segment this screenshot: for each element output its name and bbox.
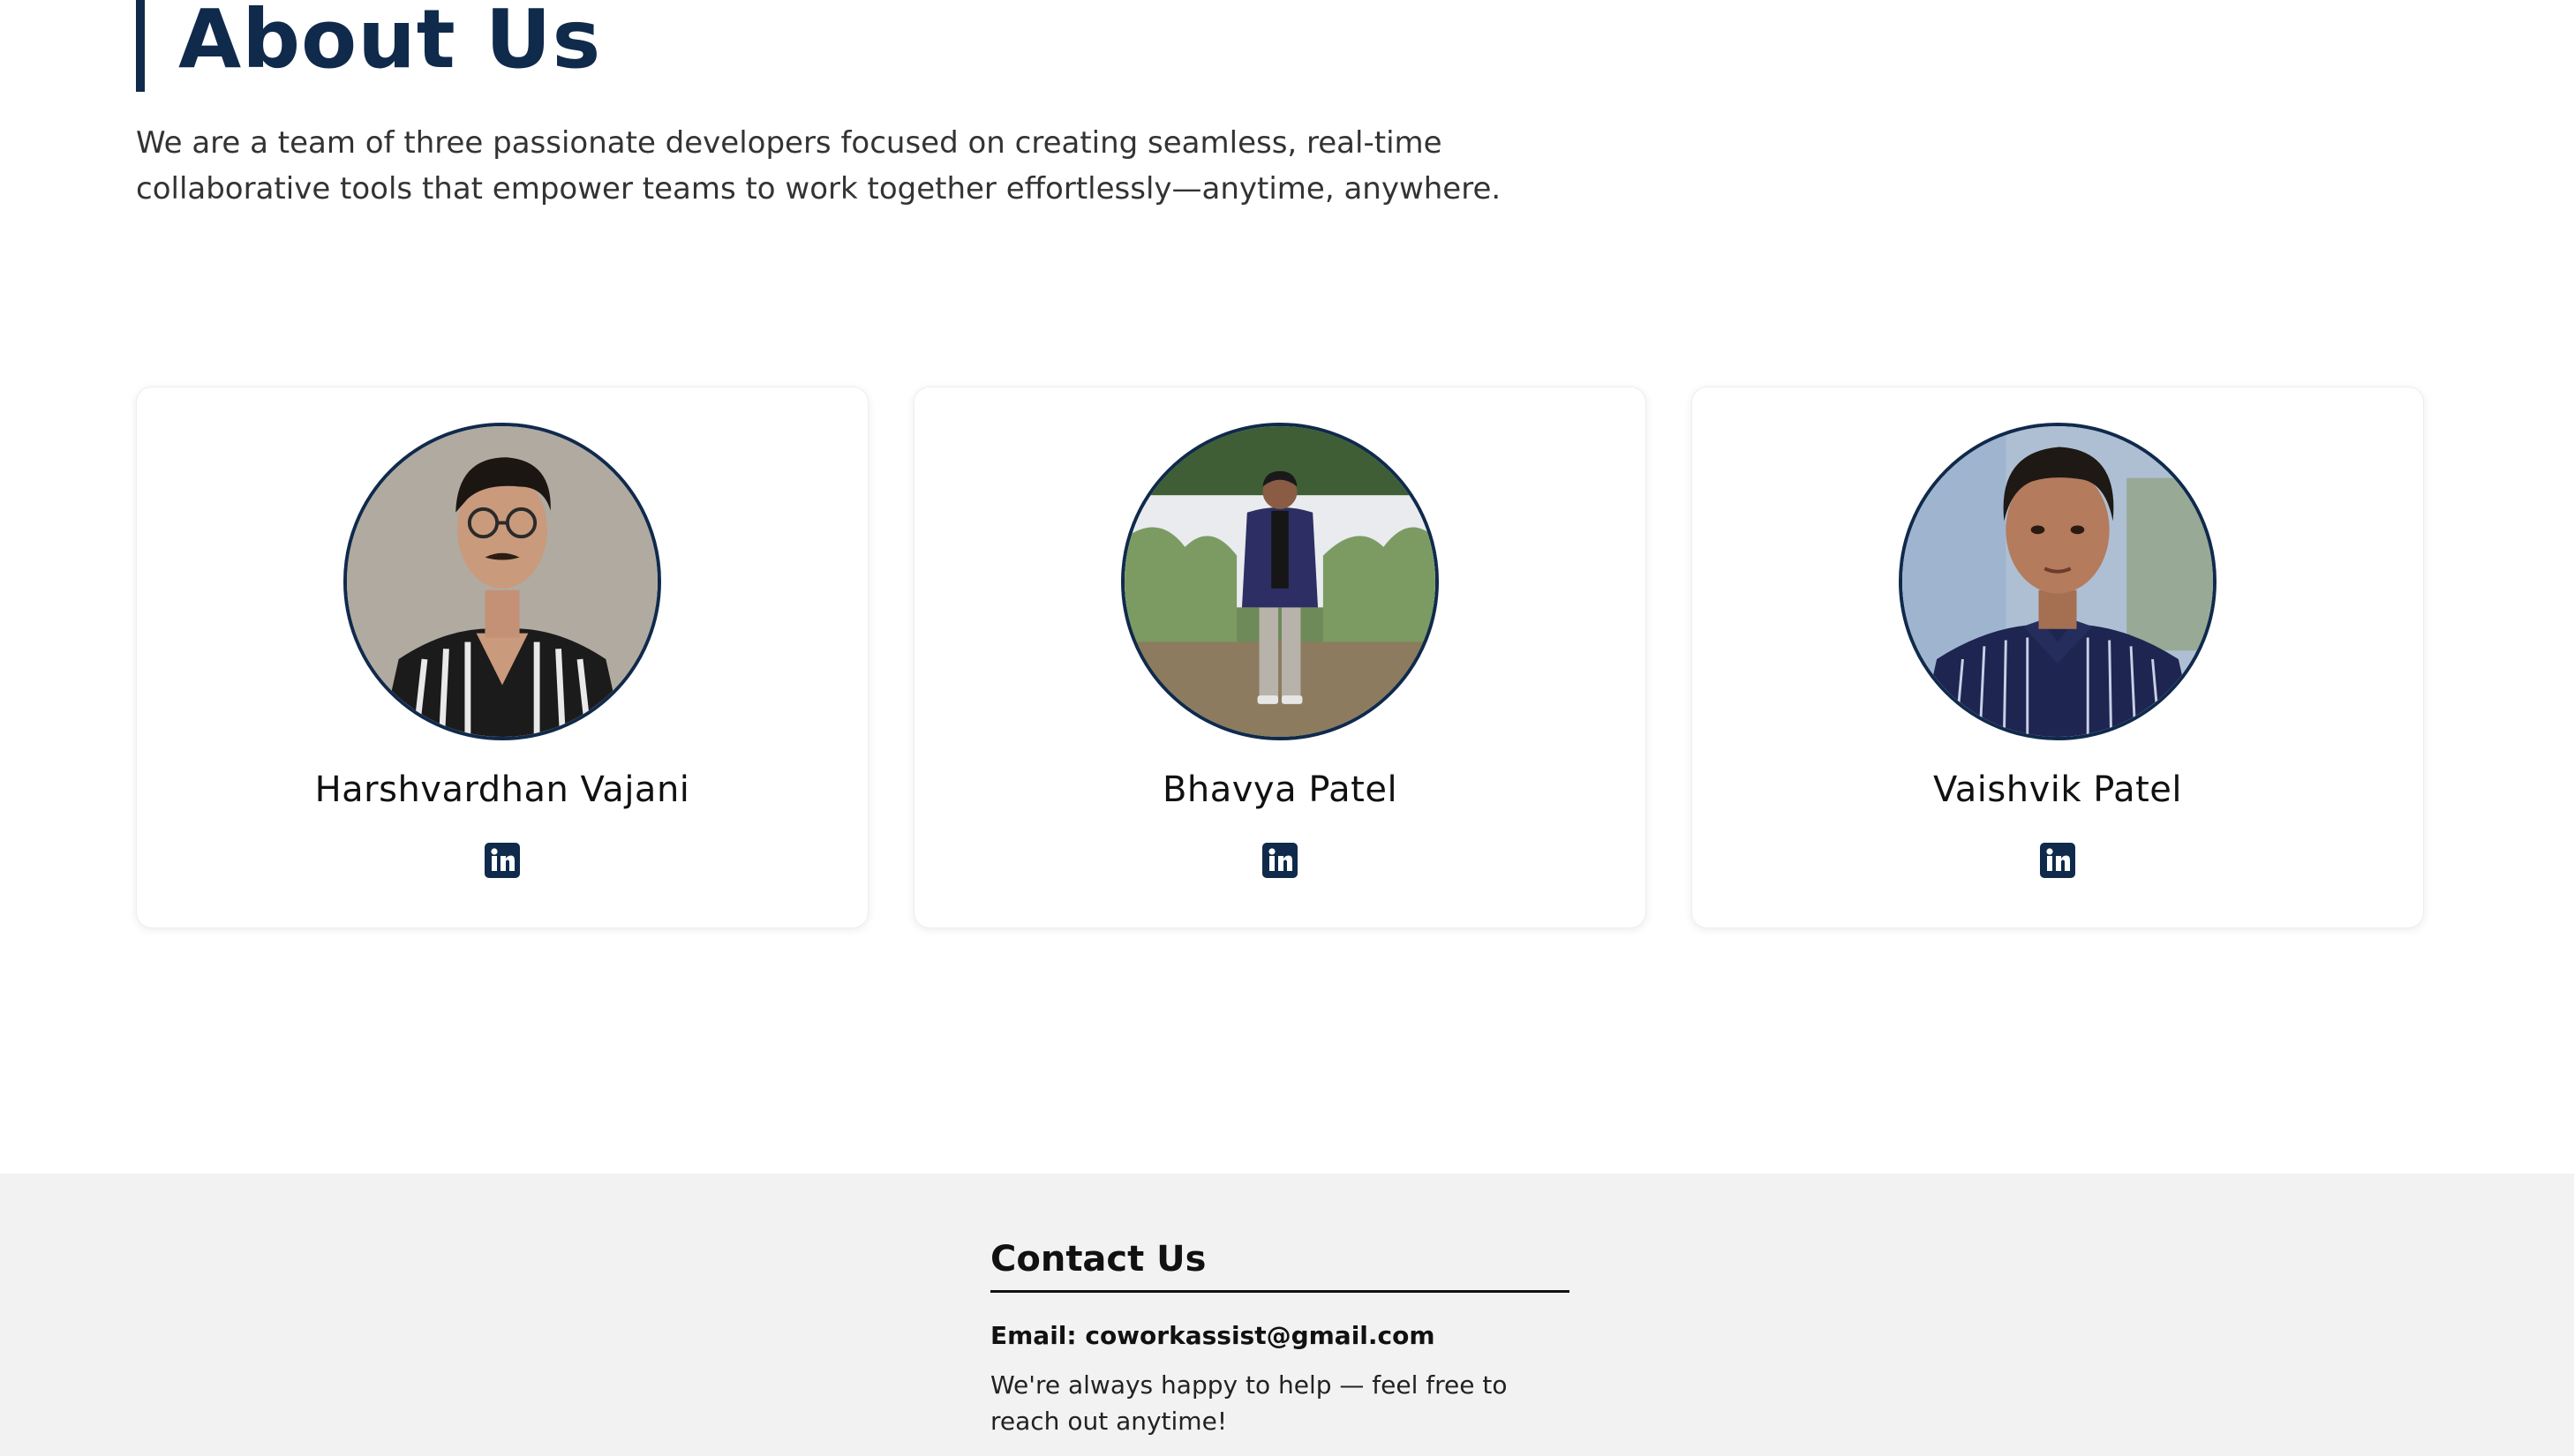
profile-photo: [347, 426, 658, 737]
team-cards: Harshvardhan Vajani Bhavya Patel Vaishvi…: [136, 387, 2424, 930]
contact-section: Contact Us Email: coworkassist@gmail.com…: [990, 1235, 1569, 1439]
page-title: About Us: [136, 0, 601, 92]
contact-note: We're always happy to help — feel free t…: [990, 1370, 1508, 1436]
profile-photo: [1125, 426, 1435, 737]
contact-email: Email: coworkassist@gmail.com: [990, 1319, 1569, 1353]
footer: Contact Us Email: coworkassist@gmail.com…: [0, 1174, 2574, 1456]
linkedin-icon[interactable]: [485, 843, 520, 878]
linkedin-icon[interactable]: [1262, 843, 1298, 878]
about-description: We are a team of three passionate develo…: [136, 125, 1502, 206]
team-card-harshvardhan: Harshvardhan Vajani: [136, 387, 869, 928]
avatar: [1899, 423, 2216, 740]
email-label: Email:: [990, 1321, 1086, 1350]
team-card-bhavya: Bhavya Patel: [914, 387, 1646, 928]
avatar: [343, 423, 661, 740]
contact-title: Contact Us: [990, 1235, 1569, 1293]
member-name: Bhavya Patel: [1162, 769, 1398, 810]
avatar: [1121, 423, 1439, 740]
email-link[interactable]: coworkassist@gmail.com: [1085, 1321, 1434, 1350]
linkedin-icon[interactable]: [2040, 843, 2075, 878]
member-name: Harshvardhan Vajani: [314, 769, 690, 810]
profile-photo: [1902, 426, 2213, 737]
team-card-vaishvik: Vaishvik Patel: [1691, 387, 2424, 928]
member-name: Vaishvik Patel: [1933, 769, 2182, 810]
